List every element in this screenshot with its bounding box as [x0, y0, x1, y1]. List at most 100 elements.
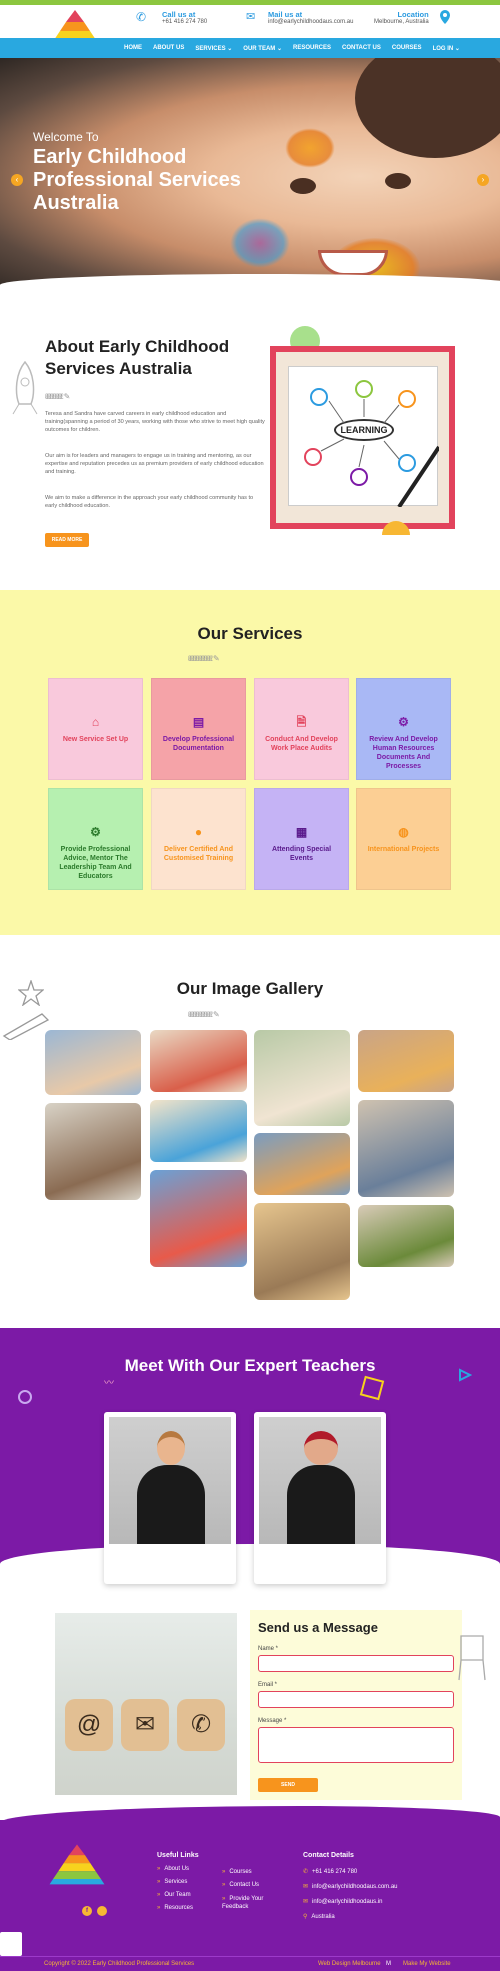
nav-resources[interactable]: RESOURCES: [293, 45, 331, 51]
gallery-image[interactable]: [150, 1170, 247, 1267]
send-button[interactable]: SEND: [258, 1778, 318, 1792]
gallery-image[interactable]: [358, 1030, 454, 1092]
teacher-card[interactable]: [254, 1412, 386, 1584]
footer-email[interactable]: ✉ info@earlychildhoodaus.in: [303, 1898, 383, 1905]
location-title: Location: [397, 10, 429, 19]
service-card[interactable]: 🗎 Conduct And Develop Work Place Audits: [254, 678, 349, 780]
recaptcha-badge[interactable]: [0, 1932, 22, 1956]
footer-link[interactable]: » Resources: [157, 1905, 193, 1911]
copyright-bar: Copyright © 2022 Early Childhood Profess…: [0, 1956, 500, 1971]
footer-email[interactable]: ✉ info@earlychildhoodaus.com.au: [303, 1883, 398, 1890]
gallery-image[interactable]: [45, 1030, 141, 1095]
service-card[interactable]: ⌂ New Service Set Up: [48, 678, 143, 780]
hero-title: Early Childhood Professional Services Au…: [33, 146, 241, 214]
facebook-icon[interactable]: f: [82, 1906, 92, 1916]
header-location: Location Melbourne, Australia: [374, 10, 429, 25]
service-card[interactable]: ▦ Attending Special Events: [254, 788, 349, 890]
gallery-image[interactable]: [254, 1203, 350, 1300]
teacher-card[interactable]: [104, 1412, 236, 1584]
location-value: Melbourne, Australia: [374, 19, 429, 25]
footer-link[interactable]: » Contact Us: [222, 1882, 259, 1888]
teachers-title: Meet With Our Expert Teachers: [124, 1356, 376, 1375]
user-icon: ●: [194, 825, 203, 839]
gallery-image[interactable]: [358, 1205, 454, 1267]
credit-link[interactable]: Make My Website: [403, 1961, 451, 1967]
header-mail[interactable]: ✉ Mail us at info@earlychildhoodaus.com.…: [246, 10, 353, 25]
nav-courses[interactable]: COURSES: [392, 45, 422, 51]
chair-doodle-icon: [455, 1632, 489, 1682]
wave-doodle-icon: 〰: [104, 1378, 114, 1389]
hero-wave: [0, 274, 500, 286]
hero-slider: Welcome To Early Childhood Professional …: [0, 58, 500, 286]
footer-link[interactable]: » Services: [157, 1879, 187, 1885]
slider-next-button[interactable]: ›: [477, 174, 489, 186]
hero-photo-eye: [385, 173, 411, 189]
email-label: Email *: [258, 1682, 278, 1688]
nav-our-team[interactable]: OUR TEAM ⌄: [243, 45, 282, 52]
phone-icon: ✆: [177, 1699, 225, 1751]
gallery-image[interactable]: [254, 1030, 350, 1126]
teachers-section: Meet With Our Expert Teachers 〰: [0, 1328, 500, 1566]
service-label: Develop Professional Documentation: [162, 736, 235, 752]
useful-links-title: Useful Links: [157, 1852, 199, 1859]
cogs-icon: ⚙: [398, 715, 409, 729]
mail-title: Mail us at: [268, 10, 303, 19]
footer-link[interactable]: » Our Team: [157, 1892, 191, 1898]
credit-link[interactable]: Web Design Melbourne: [318, 1961, 381, 1967]
calendar-icon: ▦: [295, 825, 308, 839]
decor-ring: [18, 1390, 32, 1404]
about-image: LEARNING: [270, 346, 455, 529]
about-paragraph-3: We aim to make a difference in the appro…: [45, 495, 254, 509]
service-card[interactable]: ⚙ Provide Professional Advice, Mentor The…: [48, 788, 143, 890]
header-call[interactable]: ✆ Call us at +61 416 274 780: [136, 10, 208, 25]
message-textarea[interactable]: [258, 1727, 454, 1763]
squiggle-decoration: ℓℓℓℓℓℓℓℓℓℓℓ ✎: [45, 392, 70, 401]
nav-home[interactable]: HOME: [124, 45, 142, 51]
gallery-image[interactable]: [45, 1103, 141, 1200]
teacher-photo: [259, 1417, 381, 1544]
service-card[interactable]: ⚙ Review And Develop Human Resources Docu…: [356, 678, 451, 780]
contact-image: @ ✉ ✆: [55, 1613, 237, 1795]
nav-login[interactable]: LOG IN ⌄: [433, 45, 460, 52]
slider-prev-button[interactable]: ‹: [11, 174, 23, 186]
instagram-icon[interactable]: [97, 1906, 107, 1916]
gallery-image[interactable]: [254, 1133, 350, 1195]
email-input[interactable]: [258, 1691, 454, 1708]
grass-strip: [0, 0, 500, 5]
globe-icon: ◍: [398, 825, 409, 839]
service-label: Provide Professional Advice, Mentor The …: [59, 846, 132, 880]
gallery-image[interactable]: [150, 1100, 247, 1162]
contact-details-title: Contact Details: [303, 1852, 354, 1859]
gallery-image[interactable]: [358, 1100, 454, 1197]
footer: f Useful Links » About Us » Services » Our …: [0, 1820, 500, 1960]
nav-about[interactable]: ABOUT US: [153, 45, 184, 51]
service-card[interactable]: ▤ Develop Professional Documentation: [151, 678, 246, 780]
teacher-body: [137, 1465, 205, 1544]
call-title: Call us at: [162, 10, 196, 19]
gallery-image[interactable]: [150, 1030, 247, 1092]
copyright-text: Copyright © 2022 Early Childhood Profess…: [44, 1961, 195, 1967]
call-number: +61 416 274 780: [162, 19, 208, 25]
file-icon: 🗎: [296, 715, 307, 729]
footer-link[interactable]: » Courses: [222, 1869, 252, 1875]
nav-contact[interactable]: CONTACT US: [342, 45, 381, 51]
name-input[interactable]: [258, 1655, 454, 1672]
service-card[interactable]: ◍ International Projects: [356, 788, 451, 890]
contact-form-title: Send us a Message: [258, 1620, 378, 1635]
document-icon: ▤: [192, 715, 205, 729]
hero-photo-paint: [230, 218, 290, 268]
service-label: Attending Special Events: [271, 846, 332, 862]
footer-link[interactable]: » Provide Your Feedback: [222, 1895, 282, 1911]
service-card[interactable]: ● Deliver Certified And Customised Traini…: [151, 788, 246, 890]
triangle-doodle-icon: [458, 1368, 473, 1382]
footer-logo[interactable]: [46, 1842, 108, 1886]
nav-services[interactable]: SERVICES ⌄: [195, 45, 232, 52]
footer-phone[interactable]: ✆ +61 416 274 780: [303, 1868, 357, 1875]
hero-photo-eye: [290, 178, 316, 194]
mail-address: info@earlychildhoodaus.com.au: [268, 19, 354, 25]
about-title: About Early Childhood Services Australia: [45, 337, 230, 378]
credit-logo-icon: M: [386, 1961, 391, 1967]
footer-link[interactable]: » About Us: [157, 1866, 189, 1872]
read-more-button[interactable]: READ MORE: [45, 533, 89, 547]
user-cog-icon: ⚙: [90, 825, 101, 839]
